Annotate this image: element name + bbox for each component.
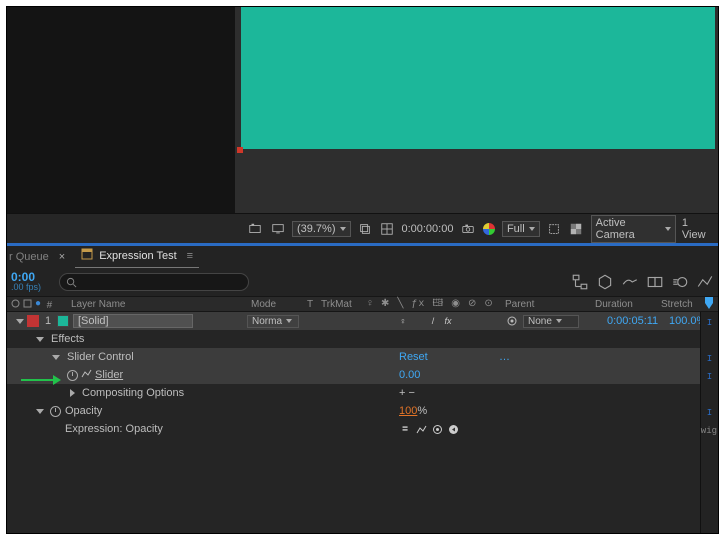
timeline-toolbar: 0:00 .00 fps) [7,268,718,296]
selection-handle[interactable] [237,147,243,153]
tab-composition-active[interactable]: Expression Test ≡ [75,245,199,269]
column-duration[interactable]: Duration [591,299,657,310]
layer-row[interactable]: 1 [Solid] Norma ♀/fx None 0:00:05:11 100… [7,312,718,330]
opacity-property[interactable]: Opacity 100% [7,402,718,420]
tab-close-queue[interactable]: × [59,251,65,263]
layers-icon[interactable] [357,220,373,238]
opacity-label: Opacity [65,405,102,417]
reset-link[interactable]: Reset [399,351,428,363]
pickwhip-icon[interactable] [505,314,519,328]
transparency-grid-icon[interactable] [568,220,584,238]
graph-editor-icon[interactable] [696,273,714,291]
twirl-icon[interactable] [36,409,44,414]
stopwatch-icon[interactable] [50,406,61,417]
blend-mode-dropdown[interactable]: Norma [247,315,299,328]
zoom-level-value: (39.7%) [297,223,336,235]
monitor-icon[interactable] [269,220,285,238]
column-parent[interactable]: Parent [501,299,591,310]
shy-layers-icon[interactable] [621,273,639,291]
graph-icon[interactable] [81,368,92,382]
column-hash: # [47,300,53,311]
camera-dropdown[interactable]: Active Camera [591,215,676,243]
safe-zones-icon[interactable] [379,220,395,238]
column-stretch[interactable]: Stretch [657,299,701,310]
twirl-icon[interactable] [36,337,44,342]
slider-label: Slider [95,369,123,381]
resolution-dropdown[interactable]: Full [502,221,540,237]
layer-name[interactable]: [Solid] [73,314,193,328]
camera-snap-icon[interactable] [459,220,475,238]
timeline-keyframe-column[interactable]: I I I I wig [700,312,718,533]
zoom-level-dropdown[interactable]: (39.7%) [292,221,351,237]
panel-menu-icon[interactable]: ≡ [187,250,193,262]
expression-text-truncated: wig [701,426,717,436]
solid-layer-preview[interactable] [241,7,715,149]
slider-control-label: Slider Control [67,351,134,363]
timeline-tabs: r Queue × Expression Test ≡ [7,246,718,268]
timeline-column-headers: ● # Layer Name Mode T TrkMat ♀ ✱ ╲ ƒx 🖽 … [7,296,718,312]
preview-footer: (39.7%) 0:00:00:00 Full [7,213,718,243]
expression-pickwhip-icon[interactable] [431,423,443,435]
current-time[interactable]: 0:00 .00 fps) [11,272,53,292]
twirl-icon[interactable] [16,319,24,324]
expression-language-menu-icon[interactable] [447,423,459,435]
search-icon [66,277,77,288]
draft-3d-icon[interactable] [596,273,614,291]
stopwatch-icon[interactable] [67,370,78,381]
comp-mini-flowchart-icon[interactable] [571,273,589,291]
preview-gutter [7,7,235,213]
column-mode[interactable]: Mode [247,299,303,310]
twirl-icon[interactable] [52,355,60,360]
add-remove-mask-button[interactable]: + − [399,387,415,399]
tab-composition-label: Expression Test [99,250,176,262]
timeline-search-input[interactable] [59,273,249,291]
effect-options-link[interactable]: … [499,351,510,363]
effect-slider-property[interactable]: Slider 0.00 [7,366,718,384]
opacity-expression-row[interactable]: Expression: Opacity = [7,420,718,438]
callout-arrow [21,375,61,385]
effect-slider-control[interactable]: Slider Control Reset … [7,348,718,366]
composition-icon [81,248,93,263]
layer-index: 1 [39,315,57,327]
timeline-layer-list: 1 [Solid] Norma ♀/fx None 0:00:05:11 100… [7,312,718,533]
parent-dropdown[interactable]: None [523,315,579,328]
opacity-expression-label: Expression: Opacity [65,423,163,435]
compositing-options[interactable]: Compositing Options + − [7,384,718,402]
source-label-icon[interactable]: ● [11,298,41,309]
expression-graph-icon[interactable] [415,423,427,435]
label-color-swatch[interactable] [27,315,39,327]
playhead-icon[interactable] [702,296,716,310]
column-switches[interactable]: ♀ ✱ ╲ ƒx 🖽 ◉ ⊘ ⊙ [363,296,501,313]
take-snapshot-icon[interactable] [247,220,263,238]
preview-timecode[interactable]: 0:00:00:00 [401,223,453,235]
expression-enable-icon[interactable]: = [399,423,411,435]
effects-group[interactable]: Effects [7,330,718,348]
motion-blur-icon[interactable] [671,273,689,291]
tab-render-queue[interactable]: r Queue [9,251,49,263]
region-of-interest-icon[interactable] [546,220,562,238]
composition-preview[interactable] [7,7,718,213]
slider-value[interactable]: 0.00 [399,369,420,381]
effects-label: Effects [51,333,84,345]
compositing-options-label: Compositing Options [82,387,184,399]
layer-duration[interactable]: 0:00:05:11 [607,315,658,327]
column-t[interactable]: T [303,299,317,310]
frame-blend-icon[interactable] [646,273,664,291]
layer-switches[interactable]: ♀/fx [397,315,514,327]
color-wheel-icon[interactable] [482,222,496,236]
layer-type-swatch [57,315,69,327]
column-layer-name[interactable]: Layer Name [67,299,247,310]
column-trkmat[interactable]: TrkMat [317,299,363,310]
view-count[interactable]: 1 View [682,217,712,241]
twirl-icon[interactable] [70,389,75,397]
opacity-value[interactable]: 100 [399,405,417,417]
